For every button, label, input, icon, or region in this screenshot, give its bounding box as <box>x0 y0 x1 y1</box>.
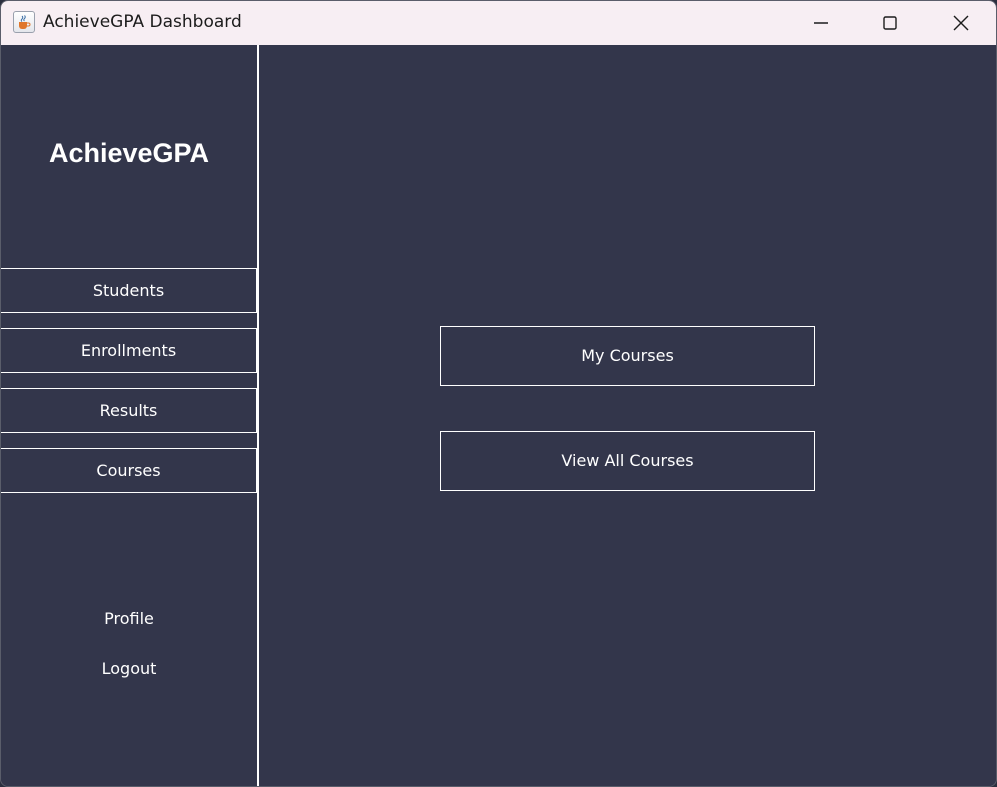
java-cup-icon <box>13 11 35 33</box>
my-courses-button[interactable]: My Courses <box>440 326 815 386</box>
title-bar[interactable]: AchieveGPA Dashboard <box>1 1 996 45</box>
logout-button[interactable]: Logout <box>1 659 257 678</box>
minimize-button[interactable] <box>787 1 855 45</box>
maximize-icon <box>883 16 897 30</box>
app-window: AchieveGPA Dashboard AchieveGPA Students… <box>0 0 997 787</box>
profile-button[interactable]: Profile <box>1 609 257 628</box>
main-content: My Courses View All Courses <box>259 45 996 786</box>
view-all-courses-button[interactable]: View All Courses <box>440 431 815 491</box>
sidebar: AchieveGPA Students Enrollments Results … <box>1 45 257 786</box>
brand-title: AchieveGPA <box>48 138 210 168</box>
nav-students-button[interactable]: Students <box>1 268 257 313</box>
window-title: AchieveGPA Dashboard <box>43 12 242 32</box>
nav-enrollments-button[interactable]: Enrollments <box>1 328 257 373</box>
close-icon <box>953 15 969 31</box>
close-button[interactable] <box>927 1 995 45</box>
nav-results-button[interactable]: Results <box>1 388 257 433</box>
maximize-button[interactable] <box>856 1 924 45</box>
minimize-icon <box>814 22 828 24</box>
nav-courses-button[interactable]: Courses <box>1 448 257 493</box>
